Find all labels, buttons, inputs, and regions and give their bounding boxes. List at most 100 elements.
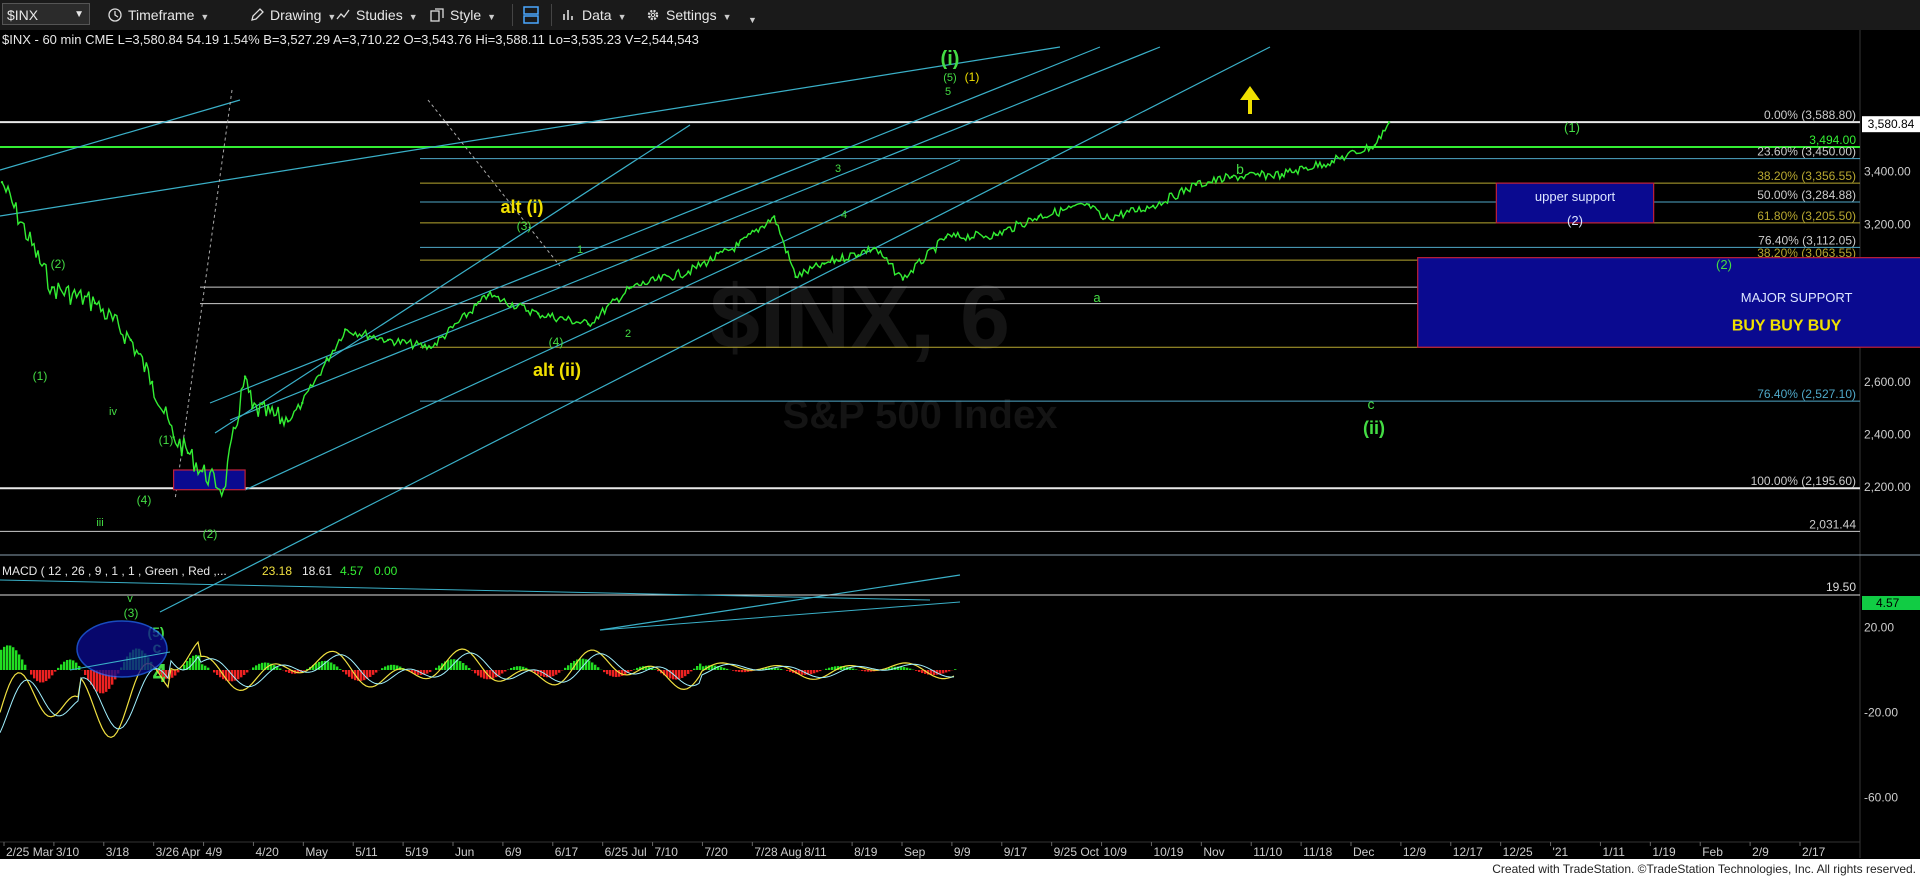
time-tick-label: 2/9 <box>1752 845 1769 859</box>
toolbar-overflow-button[interactable]: ▼ <box>742 8 757 28</box>
macd-bar <box>393 664 396 670</box>
price-level-label: 61.80% (3,205.50) <box>1757 209 1856 223</box>
macd-bar <box>39 670 42 683</box>
macd-bar <box>681 670 684 678</box>
time-tick-label: 9/17 <box>1004 845 1028 859</box>
watermark-symbol: $INX, 6 <box>710 268 1010 368</box>
time-axis: 2/25 Mar 3/10 3/18 3/26 Apr 4/9 4/20 May 5/11 5/… <box>3 842 1826 859</box>
chevron-down-icon: ▼ <box>617 12 627 22</box>
wave-label: (4) <box>549 335 564 349</box>
macd-tick-label: -60.00 <box>1864 791 1898 805</box>
zone-label: MAJOR SUPPORT <box>1741 290 1853 305</box>
toolbar: $INX ▼ Timeframe ▼ Drawing ▼ Studies ▼ Styl… <box>0 0 1920 31</box>
macd-bar <box>18 654 21 670</box>
macd-bar <box>831 666 834 670</box>
macd-bar <box>516 666 519 670</box>
macd-bar <box>15 650 18 670</box>
time-tick-label: Dec <box>1353 845 1374 859</box>
macd-bar <box>285 670 288 672</box>
macd-bar <box>630 670 633 672</box>
wave-label: (1) <box>33 369 48 383</box>
time-tick-label: 3/18 <box>106 845 130 859</box>
time-tick-label: 1/19 <box>1652 845 1676 859</box>
footer-credit: Created with TradeStation. ©TradeStation… <box>1492 862 1916 876</box>
macd-bar <box>6 645 9 670</box>
macd-bar <box>348 670 351 677</box>
macd-bar <box>339 669 342 670</box>
timeframe-button[interactable]: Timeframe ▼ <box>108 5 209 25</box>
macd-bar <box>450 659 453 670</box>
settings-button[interactable]: Settings ▼ <box>646 5 732 25</box>
macd-bar <box>699 663 702 670</box>
time-tick-label: Sep <box>904 845 926 859</box>
macd-bar <box>825 668 828 670</box>
price-point <box>1330 160 1334 163</box>
time-tick-label: 5/11 <box>355 845 378 859</box>
time-tick-label: 12/17 <box>1453 845 1483 859</box>
macd-bar <box>474 670 477 674</box>
data-button[interactable]: Data ▼ <box>562 5 627 25</box>
studies-icon <box>336 9 350 20</box>
macd-bar <box>33 670 36 679</box>
time-tick-label: 10/9 <box>1104 845 1128 859</box>
wave-label: (i) <box>941 48 960 70</box>
macd-bar <box>867 670 870 672</box>
price-point <box>286 420 290 423</box>
macd-bar <box>336 666 339 670</box>
layout-icon <box>523 6 539 24</box>
wave-label: (ii) <box>1363 418 1385 438</box>
time-tick-label: 8/11 <box>804 845 827 859</box>
time-tick-label: '21 <box>1553 845 1569 859</box>
symbol-value: $INX <box>7 7 39 23</box>
time-tick-label: Feb <box>1702 845 1723 859</box>
macd-bar <box>57 667 60 670</box>
wave-label: b <box>1236 161 1244 177</box>
time-tick-label: 4/20 <box>255 845 279 859</box>
macd-bar <box>855 669 858 670</box>
macd-bar <box>513 666 516 670</box>
macd-bar <box>588 660 591 670</box>
time-tick-label: 12/25 <box>1503 845 1533 859</box>
price-point <box>1387 121 1391 124</box>
macd-bar <box>387 665 390 670</box>
macd-bar <box>918 670 921 672</box>
macd-bar <box>738 670 741 672</box>
macd-value: 23.18 <box>262 564 292 578</box>
chart[interactable]: $INX - 60 min CME L=3,580.84 54.19 1.54%… <box>0 30 1920 859</box>
style-button[interactable]: Style ▼ <box>430 5 496 25</box>
zone-label: upper support <box>1535 189 1616 204</box>
price-level-label: 0.00% (3,588.80) <box>1764 108 1856 122</box>
macd-bar <box>633 669 636 670</box>
time-tick-label: 2/17 <box>1802 845 1826 859</box>
studies-label: Studies <box>356 7 403 23</box>
time-tick-label: 2/25 Mar <box>6 845 53 859</box>
macd-bar <box>921 670 924 674</box>
time-tick-label: 7/28 Aug <box>754 845 801 859</box>
macd-bar <box>693 668 696 670</box>
drawing-button[interactable]: Drawing ▼ <box>250 5 336 25</box>
time-tick-label: 6/9 <box>505 845 522 859</box>
macd-bar <box>813 670 816 674</box>
macd-bar <box>909 668 912 670</box>
macd-bar <box>780 668 783 670</box>
macd-tick-label: -20.00 <box>1864 706 1898 720</box>
chevron-down-icon: ▼ <box>487 12 497 22</box>
price-level-label: 100.00% (2,195.60) <box>1751 474 1856 488</box>
price-point <box>301 401 304 405</box>
studies-button[interactable]: Studies ▼ <box>336 5 418 25</box>
macd-bar <box>36 670 39 682</box>
macd-bar <box>459 661 462 670</box>
price-level-label: 76.40% (2,527.10) <box>1757 387 1856 401</box>
macd-bar <box>12 647 15 670</box>
macd-bar <box>30 670 33 675</box>
wave-label: (3) <box>124 606 139 620</box>
price-point <box>1151 204 1155 208</box>
price-level-label: 50.00% (3,284.88) <box>1757 188 1856 202</box>
macd-bar <box>330 662 333 670</box>
macd-bar <box>786 670 789 671</box>
symbol-input[interactable]: $INX ▼ <box>2 3 90 25</box>
layout-button[interactable] <box>521 5 543 25</box>
macd-bar <box>948 670 951 672</box>
price-level-label: 38.20% (3,356.55) <box>1757 169 1856 183</box>
macd-title: MACD ( 12 , 26 , 9 , 1 , 1 , Green , Red… <box>2 564 227 578</box>
